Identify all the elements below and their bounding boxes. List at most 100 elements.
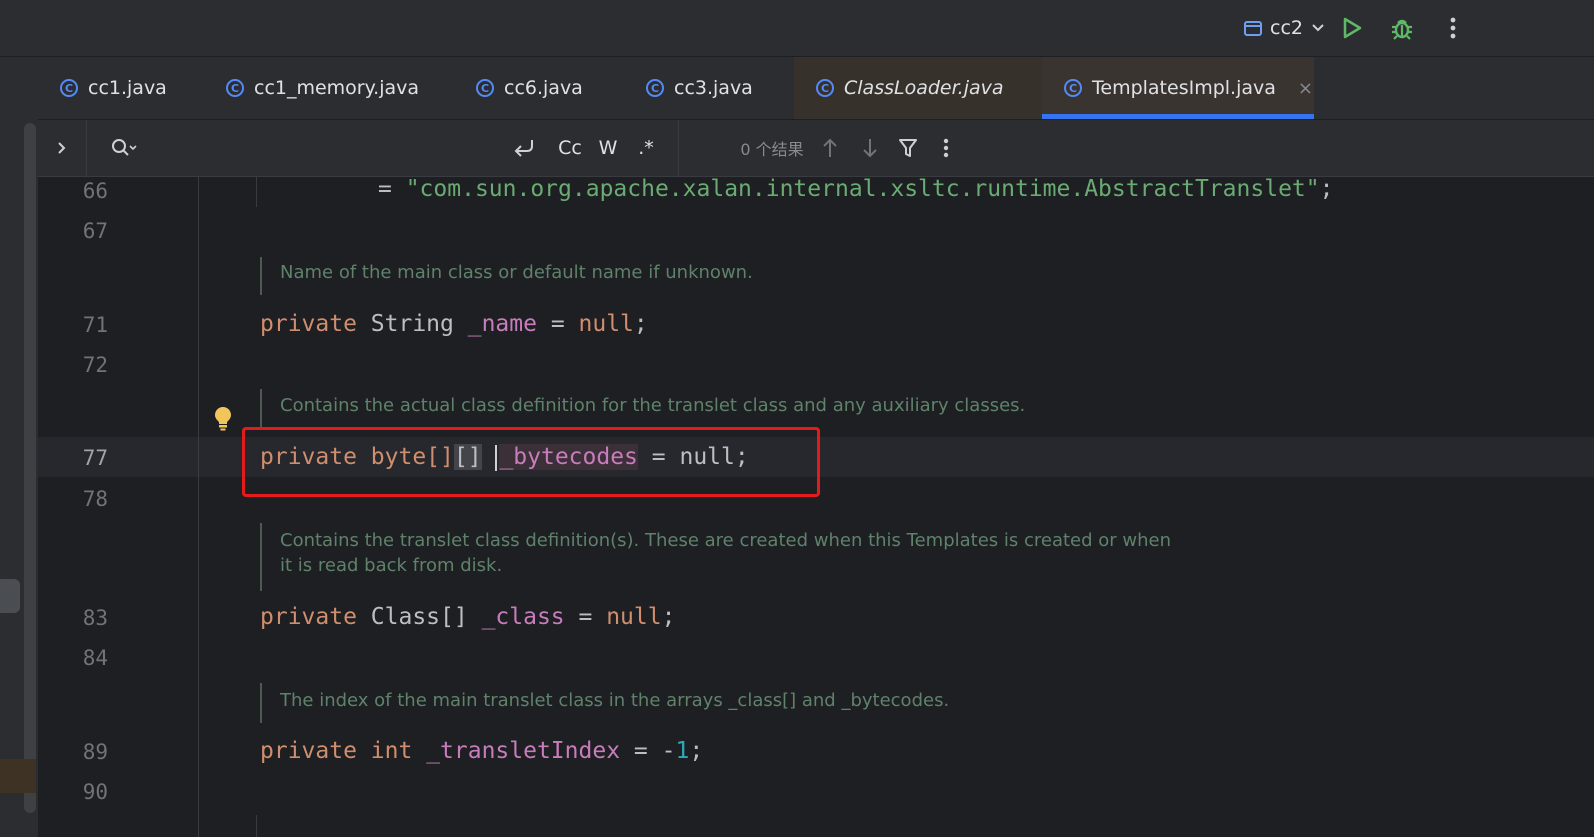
editor-tab-bar: C cc1.java C cc1_memory.java C cc6.java … <box>38 57 1594 120</box>
doc-comment: Name of the main class or default name i… <box>260 257 753 295</box>
tab-label: ClassLoader.java <box>844 77 1004 99</box>
line-number: 89 <box>82 740 108 764</box>
run-config-label: cc2 <box>1270 17 1303 39</box>
keyword-type: int <box>356 738 413 764</box>
match-case-toggle[interactable]: Cc <box>552 134 588 162</box>
field-name: _name <box>467 311 537 337</box>
keyword: null <box>606 604 662 630</box>
tab-cc1-memory[interactable]: C cc1_memory.java <box>204 57 454 119</box>
code-token: ; <box>689 738 704 764</box>
doc-comment: Contains the translet class definition(s… <box>260 523 1171 591</box>
lightbulb-icon[interactable] <box>212 405 234 431</box>
line-number: 90 <box>82 780 108 804</box>
search-results-count: 0 个结果 <box>740 140 804 159</box>
tab-label: cc6.java <box>504 77 583 99</box>
find-bar: Cc W .* 0 个结果 <box>38 120 1594 177</box>
keyword: null <box>578 311 634 337</box>
code-token: ; <box>633 311 648 337</box>
expand-replace-button[interactable] <box>50 134 74 162</box>
chevron-down-icon <box>1312 24 1324 32</box>
newline-icon <box>514 140 533 157</box>
doc-text: The index of the main translet class in … <box>280 690 950 711</box>
code-line-71: private String _name = null; <box>260 309 648 339</box>
class-icon: C <box>60 79 78 97</box>
search-icon <box>112 139 137 156</box>
line-number: 78 <box>82 487 108 511</box>
tab-cc3[interactable]: C cc3.java <box>624 57 794 119</box>
tab-label: cc1.java <box>88 77 167 99</box>
code-token: = <box>378 176 406 202</box>
side-panel-handle[interactable] <box>0 579 20 613</box>
bug-icon <box>1392 19 1412 40</box>
code-line-66: = "com.sun.org.apache.xalan.internal.xsl… <box>378 174 1333 204</box>
code-token: = <box>536 311 579 337</box>
code-token: ; <box>661 604 676 630</box>
code-token: = <box>564 604 607 630</box>
keyword: private <box>260 738 357 764</box>
next-occurrence-button[interactable] <box>858 134 882 162</box>
tab-cc6[interactable]: C cc6.java <box>454 57 624 119</box>
string-literal: "com.sun.org.apache.xalan.internal.xsltc… <box>405 176 1320 202</box>
search-options-button[interactable] <box>936 134 956 162</box>
tab-label: cc1_memory.java <box>254 77 420 99</box>
field-name: _class <box>481 604 565 630</box>
tab-cc1[interactable]: C cc1.java <box>38 57 204 119</box>
class-icon: C <box>816 79 834 97</box>
class-icon: C <box>476 79 494 97</box>
line-number: 67 <box>82 219 108 243</box>
left-tool-strip <box>0 57 38 837</box>
more-actions-button[interactable] <box>1437 12 1469 44</box>
doc-comment: The index of the main translet class in … <box>260 683 949 723</box>
code-line-89: private int _transletIndex = -1; <box>260 736 703 766</box>
previous-occurrence-button[interactable] <box>818 134 842 162</box>
newline-toggle[interactable] <box>510 134 538 162</box>
line-number: 83 <box>82 606 108 630</box>
regex-toggle[interactable]: .* <box>630 134 662 162</box>
class-icon: C <box>646 79 664 97</box>
line-number: 72 <box>82 353 108 377</box>
whole-words-toggle[interactable]: W <box>594 134 622 162</box>
run-icon <box>1343 17 1362 39</box>
arrow-down-icon <box>863 139 877 158</box>
line-number: 66 <box>82 179 108 203</box>
divider <box>86 120 87 176</box>
tab-label: cc3.java <box>674 77 753 99</box>
annotation-highlight-box <box>242 427 820 497</box>
window-icon <box>1244 20 1262 36</box>
filter-icon <box>899 139 917 157</box>
run-config-selector[interactable]: cc2 <box>1244 14 1325 42</box>
search-history-button[interactable] <box>108 134 140 162</box>
code-token: Class[] <box>356 604 482 630</box>
doc-text: Contains the actual class definition for… <box>280 395 1026 416</box>
tab-templatesimpl[interactable]: C TemplatesImpl.java × <box>1042 57 1314 119</box>
title-bar: cc2 <box>0 0 1594 57</box>
code-token: = - <box>620 738 676 764</box>
chevron-right-icon <box>58 142 66 154</box>
close-icon[interactable]: × <box>1298 78 1313 99</box>
line-number: 84 <box>82 646 108 670</box>
class-icon: C <box>1064 79 1082 97</box>
tab-classloader[interactable]: C ClassLoader.java <box>794 57 1042 119</box>
filter-button[interactable] <box>896 134 920 162</box>
doc-text: Contains the translet class definition(s… <box>280 530 1172 551</box>
vertical-scrollbar[interactable] <box>24 123 36 813</box>
keyword: private <box>260 311 357 337</box>
gutter-separator <box>198 177 199 837</box>
doc-text: Name of the main class or default name i… <box>280 262 753 283</box>
code-line-83: private Class[] _class = null; <box>260 602 675 632</box>
indent-guide <box>256 815 257 837</box>
code-token: String <box>356 311 468 337</box>
debug-button[interactable] <box>1386 12 1418 44</box>
class-icon: C <box>226 79 244 97</box>
more-vertical-icon <box>943 138 949 158</box>
line-number: 71 <box>82 313 108 337</box>
run-button[interactable] <box>1336 12 1368 44</box>
code-editor[interactable]: 66 67 71 72 77 78 83 84 89 90 = "com.sun… <box>38 174 1594 837</box>
arrow-up-icon <box>823 138 837 157</box>
code-token: ; <box>1319 176 1334 202</box>
tab-label: TemplatesImpl.java <box>1092 77 1276 99</box>
divider <box>678 120 679 176</box>
line-number: 77 <box>82 446 108 470</box>
indent-guide <box>256 177 257 207</box>
